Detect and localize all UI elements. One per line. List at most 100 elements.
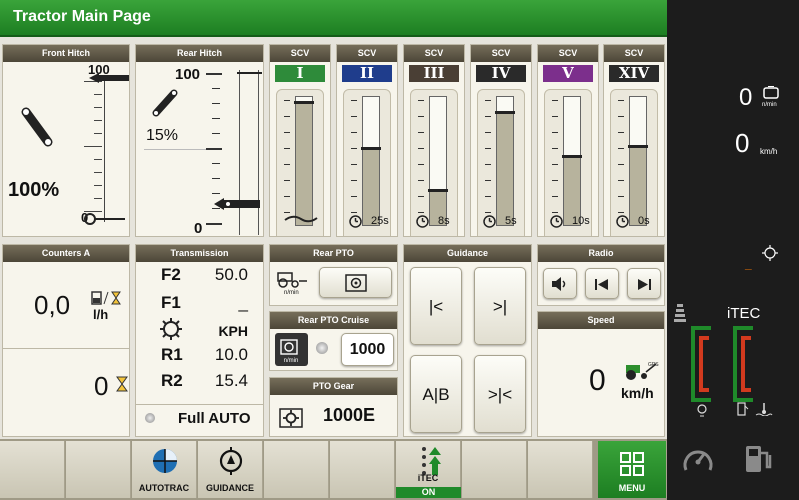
front-hitch-scale[interactable] <box>80 81 129 219</box>
guidance-set-ab-button[interactable]: A|B <box>410 355 462 433</box>
scv-panel-1[interactable]: SCV I <box>269 44 331 237</box>
shortcut-empty-2[interactable] <box>66 441 131 498</box>
shortcut-empty-1[interactable] <box>0 441 65 498</box>
timer-icon <box>483 215 496 228</box>
scv-gauge <box>361 96 381 226</box>
scv-tick <box>351 148 357 149</box>
guidance-recenter-button[interactable]: >|< <box>474 355 526 433</box>
rear-hitch-indicator-icon[interactable] <box>214 196 262 212</box>
scv-tick <box>485 196 491 197</box>
front-hitch-indicator-icon[interactable] <box>89 71 129 85</box>
float-mode-icon <box>284 215 318 223</box>
guidance-shift-left-button[interactable]: |< <box>410 267 462 345</box>
rear-pto-panel[interactable]: Rear PTO n/min <box>269 244 398 306</box>
scv-tick <box>418 132 424 133</box>
scv-timer: 5s <box>505 215 517 227</box>
guidance-shortcut-button[interactable]: GUIDANCE <box>198 441 263 498</box>
speaker-icon <box>552 277 566 291</box>
speed-value: 0 <box>589 364 606 397</box>
scv-tick <box>618 164 624 165</box>
scv-tick <box>618 148 624 149</box>
scv-numeral: II <box>342 65 392 82</box>
guidance-panel[interactable]: Guidance |< >| A|B >|< <box>403 244 532 437</box>
scale-tick <box>212 178 220 179</box>
pto-gear-header: PTO Gear <box>270 378 397 395</box>
scv-header: SCV <box>337 45 397 62</box>
radio-next-button[interactable] <box>627 268 661 299</box>
scv-panel-3[interactable]: SCV III 8s <box>403 44 465 237</box>
rear-hitch-panel[interactable]: Rear Hitch 15% 100 0 <box>135 44 264 237</box>
rear-pto-button[interactable] <box>319 267 392 298</box>
skip-back-icon <box>595 279 608 290</box>
counter-value-1: 0,0 <box>34 290 71 320</box>
scale-tick <box>206 148 222 150</box>
menu-label: MENU <box>618 483 646 493</box>
scv-numeral: I <box>275 65 325 82</box>
scale-tick <box>212 163 220 164</box>
scv-flow-fill <box>630 145 646 225</box>
scv-header: SCV <box>471 45 531 62</box>
scale-tick <box>94 120 102 121</box>
scv-tick <box>485 100 491 101</box>
scv-panel-5[interactable]: SCV V 10s <box>537 44 599 237</box>
cruise-value-input[interactable]: 1000 <box>341 333 394 366</box>
timer-icon <box>349 215 362 228</box>
scv-panel-2[interactable]: SCV II 25s <box>336 44 398 237</box>
hourglass-icon <box>116 376 128 392</box>
fuel-hourglass-icon <box>91 291 121 305</box>
rear-hitch-header: Rear Hitch <box>136 45 263 62</box>
counter-value-2: 0 <box>94 371 109 401</box>
gear-speed-value: 10.0 <box>214 345 248 364</box>
rear-pto-cruise-panel[interactable]: Rear PTO Cruise n/min 1000 <box>269 311 398 371</box>
rear-pto-header: Rear PTO <box>270 245 397 262</box>
scv-flow-fill <box>497 112 513 225</box>
rear-hitch-max: 100 <box>175 66 201 83</box>
scv-tick <box>618 180 624 181</box>
shortcut-empty-3[interactable] <box>264 441 329 498</box>
scv-tick <box>618 132 624 133</box>
shortcut-empty-6[interactable] <box>528 441 593 498</box>
rear-hitch-min: 0 <box>194 220 203 237</box>
scv-panel-4[interactable]: SCV IV 5s <box>470 44 532 237</box>
radio-volume-button[interactable] <box>543 268 577 299</box>
radio-previous-button[interactable] <box>585 268 619 299</box>
transmission-header: Transmission <box>136 245 263 262</box>
scv-flow-fill <box>363 148 379 225</box>
skip-forward-icon <box>638 279 651 290</box>
scv-tick <box>351 212 357 213</box>
scv-gauge <box>294 96 314 226</box>
speed-unit-label: KPH <box>218 323 248 339</box>
shortcut-empty-4[interactable] <box>330 441 395 498</box>
front-hitch-header: Front Hitch <box>3 45 129 62</box>
scv-tick <box>552 196 558 197</box>
scv-panel-6[interactable]: SCV XIV 0s <box>603 44 665 237</box>
scv-tick <box>552 116 558 117</box>
scv-numeral: III <box>409 65 459 82</box>
itec-button[interactable]: iTEC ON <box>396 441 461 498</box>
scale-tick <box>212 133 220 134</box>
rear-pto-unit: n/min <box>284 290 299 296</box>
scale-tick <box>212 118 220 119</box>
speed-panel[interactable]: Speed 0 GPS km/h <box>537 311 665 437</box>
scv-tick <box>485 132 491 133</box>
scv-numeral: XIV <box>609 65 659 82</box>
timer-icon <box>616 215 629 228</box>
scv-tick <box>552 164 558 165</box>
svg-text:n/min: n/min <box>284 358 299 364</box>
front-hitch-panel[interactable]: Front Hitch 100% 100 0 <box>2 44 130 237</box>
transmission-panel[interactable]: Transmission F2 50.0 F1 _ KPH R1 10.0 R2 15.4 Fu… <box>135 244 264 437</box>
pto-gear-panel[interactable]: PTO Gear 1000E <box>269 377 398 437</box>
scv-gauge <box>562 96 582 226</box>
status-led <box>145 413 155 423</box>
front-hitch-axis <box>104 78 105 222</box>
scv-tick <box>618 196 624 197</box>
radio-panel[interactable]: Radio <box>537 244 665 306</box>
shortcut-empty-5[interactable] <box>462 441 527 498</box>
autotrac-button[interactable]: AUTOTRAC <box>132 441 197 498</box>
scv-numeral: IV <box>476 65 526 82</box>
scale-tick <box>212 88 220 89</box>
counters-panel[interactable]: Counters A 0,0 l/h 0 <box>2 244 130 437</box>
scale-tick <box>212 193 220 194</box>
menu-button[interactable]: MENU <box>598 441 667 498</box>
guidance-shift-right-button[interactable]: >| <box>474 267 526 345</box>
